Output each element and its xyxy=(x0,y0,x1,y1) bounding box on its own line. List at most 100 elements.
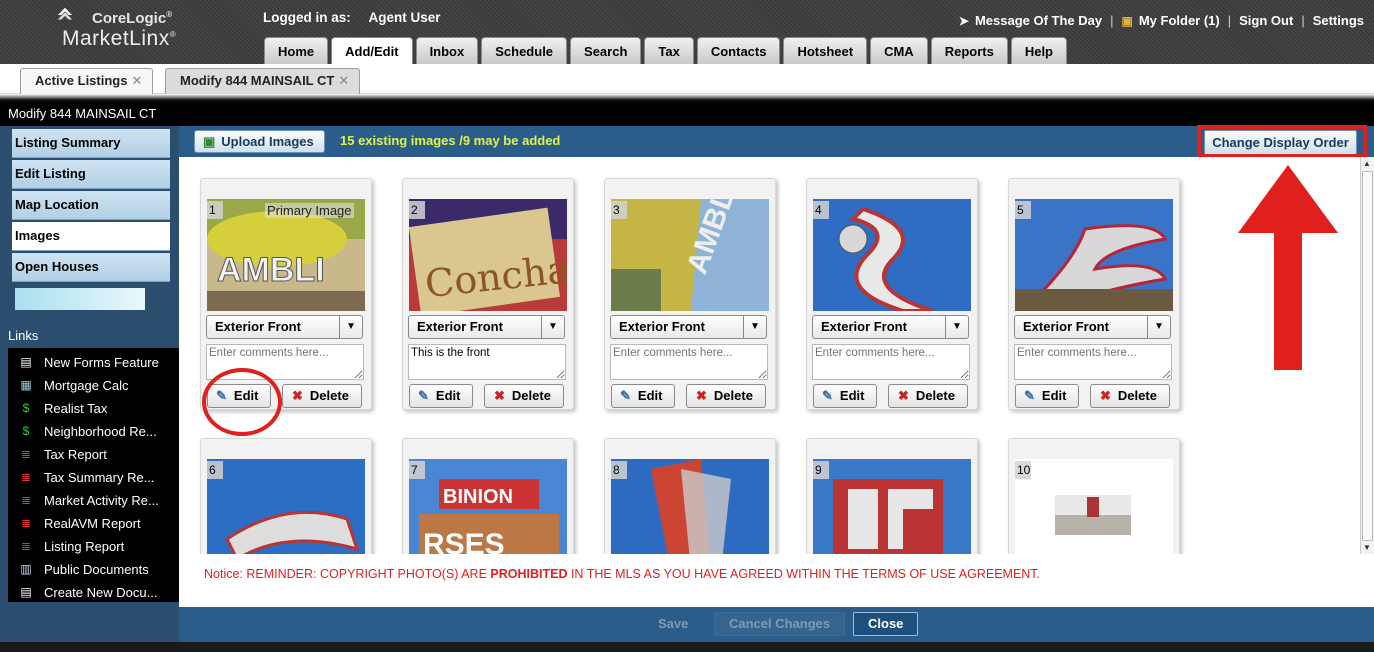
footer-bar: Save Cancel Changes Close xyxy=(179,607,1374,642)
delete-button[interactable]: ✖ Delete xyxy=(282,384,362,408)
link-item[interactable]: ≣ Tax Summary Re... xyxy=(8,466,179,489)
comment-field[interactable] xyxy=(206,344,364,380)
sidebar-item-map-location[interactable]: Map Location xyxy=(12,191,170,220)
listing-photo[interactable] xyxy=(813,199,971,311)
sidebar-item-edit-listing[interactable]: Edit Listing xyxy=(12,160,170,189)
edit-label: Edit xyxy=(435,388,461,403)
nav-tab-inbox[interactable]: Inbox xyxy=(415,37,479,64)
comment-field[interactable] xyxy=(408,344,566,380)
delete-button[interactable]: ✖ Delete xyxy=(484,384,564,408)
image-grid: AMBLI 1 Primary Image Exterior Front ▼ ✎ Edit ✖… xyxy=(179,157,1360,554)
link-item[interactable]: ▤ New Forms Feature xyxy=(8,351,179,374)
sign-out-link[interactable]: Sign Out xyxy=(1239,13,1293,28)
close-button[interactable]: Close xyxy=(853,612,919,636)
close-icon[interactable]: ✕ xyxy=(338,73,349,88)
chevron-down-icon[interactable]: ▼ xyxy=(945,316,968,338)
listing-photo[interactable] xyxy=(207,459,365,554)
listing-photo[interactable] xyxy=(1015,199,1173,311)
settings-link[interactable]: Settings xyxy=(1313,13,1364,28)
image-number: 8 xyxy=(611,461,627,479)
logged-label: Logged in as: xyxy=(263,10,351,25)
sidebar-item-images[interactable]: Images xyxy=(12,222,170,251)
motd-link[interactable]: Message Of The Day xyxy=(975,13,1102,28)
nav-tab-contacts[interactable]: Contacts xyxy=(696,37,781,64)
sidebar-item-listing-summary[interactable]: Listing Summary xyxy=(12,129,170,158)
edit-button[interactable]: ✎ Edit xyxy=(813,384,877,408)
image-card: Concha2 Exterior Front ▼ ✎ Edit ✖ Delete xyxy=(402,178,574,410)
corelogic-marketlinx-logo[interactable]: CoreLogic® MarketLinx® xyxy=(34,4,179,60)
cancel-changes-button[interactable]: Cancel Changes xyxy=(714,612,846,636)
tab-active-listings[interactable]: Active Listings ✕ xyxy=(20,68,154,94)
nav-tab-home[interactable]: Home xyxy=(264,37,329,64)
category-select[interactable]: Exterior Front ▼ xyxy=(1014,315,1171,339)
category-select[interactable]: Exterior Front ▼ xyxy=(206,315,363,339)
listing-photo[interactable] xyxy=(813,459,971,554)
image-card: AMBLI 1 Primary Image Exterior Front ▼ ✎ Edit ✖… xyxy=(200,178,372,410)
images-toolbar: ▣ Upload Images 15 existing images /9 may… xyxy=(179,126,1374,157)
link-item[interactable]: ≣ Market Activity Re... xyxy=(8,489,179,512)
listing-photo[interactable]: AMBL xyxy=(611,199,769,311)
edit-button[interactable]: ✎ Edit xyxy=(1015,384,1079,408)
link-item[interactable]: ≣ RealAVM Report xyxy=(8,512,179,535)
logged-in-text: Logged in as: Agent User xyxy=(263,10,441,25)
listing-photo[interactable]: Concha xyxy=(409,199,567,311)
chevron-down-icon[interactable]: ▼ xyxy=(743,316,766,338)
chevron-logo-icon xyxy=(57,7,73,20)
calculator-icon: ▦ xyxy=(20,378,32,392)
delete-icon: ✖ xyxy=(1100,388,1111,403)
brand-top: CoreLogic® xyxy=(92,10,173,27)
category-select[interactable]: Exterior Front ▼ xyxy=(610,315,767,339)
delete-icon: ✖ xyxy=(292,388,303,403)
link-item[interactable]: ≣ Tax Report xyxy=(8,443,179,466)
my-folder-link[interactable]: My Folder (1) xyxy=(1139,13,1220,28)
edit-icon: ✎ xyxy=(418,388,429,403)
nav-tab-hotsheet[interactable]: Hotsheet xyxy=(783,37,868,64)
delete-button[interactable]: ✖ Delete xyxy=(686,384,766,408)
scroll-up-icon[interactable]: ▲ xyxy=(1363,159,1371,168)
report-icon: ≣ xyxy=(20,470,32,484)
nav-tab-help[interactable]: Help xyxy=(1010,37,1067,64)
nav-tab-tax[interactable]: Tax xyxy=(644,37,694,64)
scroll-down-icon[interactable]: ▼ xyxy=(1363,543,1371,552)
nav-tab-add-edit[interactable]: Add/Edit xyxy=(331,37,413,65)
delete-icon: ✖ xyxy=(494,388,505,403)
save-button[interactable]: Save xyxy=(643,612,704,636)
edit-button[interactable]: ✎ Edit xyxy=(611,384,675,408)
nav-tab-reports[interactable]: Reports xyxy=(930,37,1008,64)
image-number: 9 xyxy=(813,461,829,479)
tab-modify-listing[interactable]: Modify 844 MAINSAIL CT ✕ xyxy=(165,68,361,94)
scroll-thumb[interactable] xyxy=(1362,171,1373,541)
link-item[interactable]: ≣ Listing Report xyxy=(8,535,179,558)
link-item[interactable]: ▦ Mortgage Calc xyxy=(8,374,179,397)
nav-tab-schedule[interactable]: Schedule xyxy=(481,37,568,64)
grid-scrollbar[interactable]: ▲ ▼ xyxy=(1360,157,1374,554)
change-display-order-button[interactable]: Change Display Order xyxy=(1204,130,1357,155)
delete-button[interactable]: ✖ Delete xyxy=(888,384,968,408)
link-item[interactable]: $ Neighborhood Re... xyxy=(8,420,179,443)
category-select[interactable]: Exterior Front ▼ xyxy=(408,315,565,339)
edit-button[interactable]: ✎ Edit xyxy=(409,384,473,408)
comment-field[interactable] xyxy=(610,344,768,380)
close-icon[interactable]: ✕ xyxy=(131,73,142,88)
listing-photo[interactable] xyxy=(1015,459,1173,554)
comment-field[interactable] xyxy=(1014,344,1172,380)
edit-button[interactable]: ✎ Edit xyxy=(207,384,271,408)
chevron-down-icon[interactable]: ▼ xyxy=(541,316,564,338)
upload-images-button[interactable]: ▣ Upload Images xyxy=(194,130,325,153)
nav-tab-search[interactable]: Search xyxy=(570,37,642,64)
delete-button[interactable]: ✖ Delete xyxy=(1090,384,1170,408)
nav-tab-cma[interactable]: CMA xyxy=(870,37,928,64)
category-select[interactable]: Exterior Front ▼ xyxy=(812,315,969,339)
chevron-down-icon[interactable]: ▼ xyxy=(339,316,362,338)
report-icon: ≣ xyxy=(20,447,32,461)
listing-photo[interactable] xyxy=(611,459,769,554)
sidebar-item-open-houses[interactable]: Open Houses xyxy=(12,253,170,282)
listing-photo[interactable]: BINION RSES xyxy=(409,459,567,554)
link-item[interactable]: ▥ Public Documents xyxy=(8,558,179,581)
edit-icon: ✎ xyxy=(620,388,631,403)
comment-field[interactable] xyxy=(812,344,970,380)
link-item[interactable]: ▤ Create New Docu... xyxy=(8,581,179,604)
chevron-down-icon[interactable]: ▼ xyxy=(1147,316,1170,338)
image-count: 15 existing images /9 may be added xyxy=(340,133,561,148)
link-item[interactable]: $ Realist Tax xyxy=(8,397,179,420)
